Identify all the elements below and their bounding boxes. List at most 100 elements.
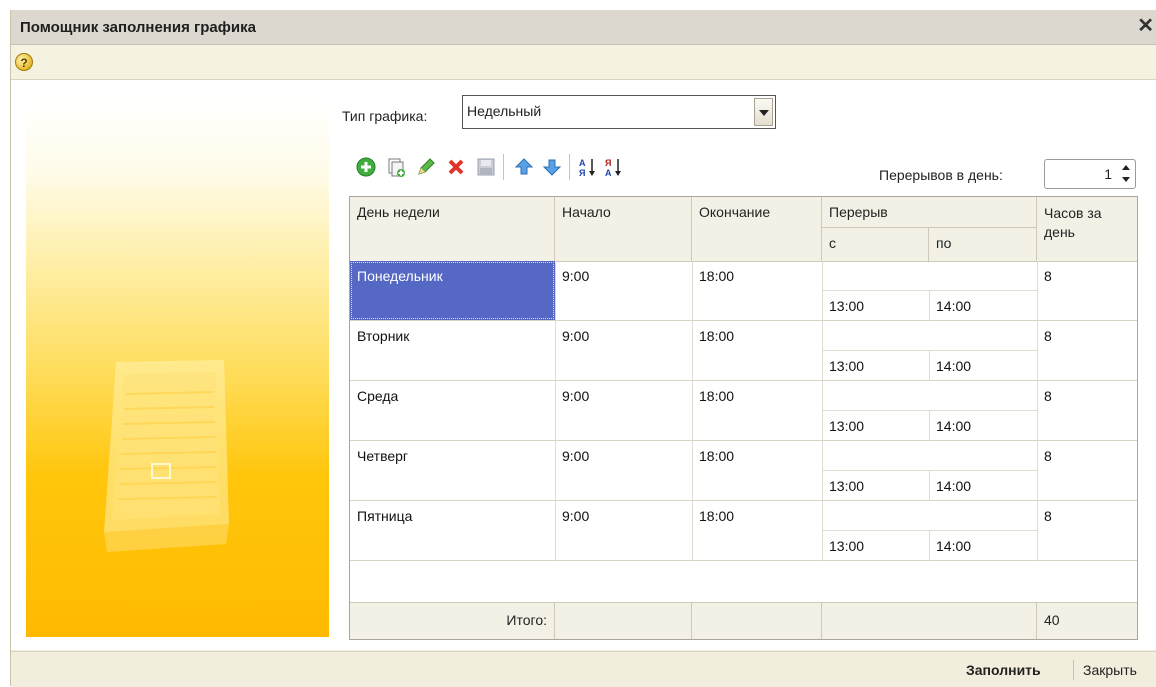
cell-start[interactable]: 9:00	[555, 381, 692, 440]
toolbar-separator	[569, 154, 570, 180]
column-divider	[929, 531, 930, 561]
svg-text:Я: Я	[605, 158, 611, 168]
column-divider	[929, 411, 930, 441]
cell-break-to[interactable]: 14:00	[929, 351, 1037, 380]
delete-icon[interactable]	[445, 156, 467, 178]
column-divider	[692, 381, 693, 441]
schedule-table: День недели Начало Окончание Перерыв с п…	[349, 196, 1138, 640]
cell-end[interactable]: 18:00	[692, 441, 822, 500]
breaks-per-day-label: Перерывов в день:	[879, 167, 1003, 183]
cell-break-to[interactable]: 14:00	[929, 291, 1037, 320]
breaks-per-day-value: 1	[1104, 166, 1112, 182]
column-header-break-from[interactable]: с	[822, 228, 929, 261]
column-divider	[822, 441, 823, 501]
break-divider	[822, 350, 1037, 351]
cell-end[interactable]: 18:00	[692, 501, 822, 560]
chevron-down-icon[interactable]	[754, 98, 773, 126]
column-divider	[822, 261, 823, 321]
help-icon[interactable]: ?	[15, 53, 33, 71]
title-bar: Помощник заполнения графика ✕	[11, 10, 1156, 45]
cell-hours[interactable]: 8	[1037, 441, 1137, 500]
column-header-break[interactable]: Перерыв	[822, 197, 1037, 228]
desk-calendar-icon	[104, 360, 229, 552]
schedule-type-label: Тип графика:	[342, 108, 428, 124]
sort-desc-icon[interactable]: ЯА	[603, 156, 625, 178]
cell-day[interactable]: Пятница	[350, 501, 555, 560]
schedule-type-select[interactable]: Недельный	[462, 95, 776, 129]
break-divider	[822, 530, 1037, 531]
edit-icon[interactable]	[415, 156, 437, 178]
chevron-up-icon[interactable]	[1119, 162, 1133, 174]
break-divider	[822, 410, 1037, 411]
column-divider	[555, 261, 556, 321]
cell-break-from[interactable]: 13:00	[822, 351, 929, 380]
table-row[interactable]: Пятница 9:00 18:00 13:00 14:00 8	[350, 501, 1137, 561]
column-divider	[822, 381, 823, 441]
table-row[interactable]: Понедельник 9:00 18:00 13:00 14:00 8	[350, 261, 1137, 321]
break-divider	[822, 290, 1037, 291]
table-row[interactable]: Среда 9:00 18:00 13:00 14:00 8	[350, 381, 1137, 441]
footer-cell	[692, 603, 822, 639]
footer-total-label: Итого:	[350, 603, 555, 639]
cell-break-to[interactable]: 14:00	[929, 471, 1037, 500]
break-divider	[822, 470, 1037, 471]
column-divider	[822, 501, 823, 561]
cell-hours[interactable]: 8	[1037, 321, 1137, 380]
column-divider	[1037, 441, 1038, 501]
column-divider	[1037, 261, 1038, 321]
cell-break-from[interactable]: 13:00	[822, 471, 929, 500]
cell-day[interactable]: Понедельник	[350, 261, 555, 320]
cell-break-to[interactable]: 14:00	[929, 411, 1037, 440]
cell-end[interactable]: 18:00	[692, 321, 822, 380]
close-icon[interactable]: ✕	[1137, 15, 1154, 37]
column-header-hours[interactable]: Часов за день	[1037, 197, 1137, 261]
cell-break-from[interactable]: 13:00	[822, 411, 929, 440]
move-up-icon[interactable]	[513, 156, 535, 178]
column-divider	[929, 351, 930, 381]
breaks-per-day-stepper[interactable]: 1	[1044, 159, 1136, 189]
column-divider	[692, 501, 693, 561]
cell-end[interactable]: 18:00	[692, 261, 822, 320]
bottom-bar: Заполнить Закрыть	[11, 651, 1156, 687]
column-header-break-to[interactable]: по	[929, 228, 1037, 261]
button-separator	[1073, 660, 1074, 680]
table-row[interactable]: Вторник 9:00 18:00 13:00 14:00 8	[350, 321, 1137, 381]
cell-break-from[interactable]: 13:00	[822, 291, 929, 320]
table-footer: Итого: 40	[350, 602, 1137, 639]
schedule-type-value: Недельный	[467, 103, 542, 119]
footer-total-hours: 40	[1044, 612, 1060, 628]
cell-hours[interactable]: 8	[1037, 261, 1137, 320]
column-header-day[interactable]: День недели	[350, 197, 555, 261]
empty-row	[350, 561, 1137, 602]
cell-hours[interactable]: 8	[1037, 381, 1137, 440]
save-icon[interactable]	[475, 156, 497, 178]
cell-break-from[interactable]: 13:00	[822, 531, 929, 560]
footer-cell	[555, 603, 692, 639]
table-row[interactable]: Четверг 9:00 18:00 13:00 14:00 8	[350, 441, 1137, 501]
fill-button[interactable]: Заполнить	[966, 662, 1041, 678]
chevron-down-icon[interactable]	[1119, 174, 1133, 186]
cell-end[interactable]: 18:00	[692, 381, 822, 440]
cell-break-to[interactable]: 14:00	[929, 531, 1037, 560]
column-divider	[822, 321, 823, 381]
cell-start[interactable]: 9:00	[555, 261, 692, 320]
cell-start[interactable]: 9:00	[555, 501, 692, 560]
cell-start[interactable]: 9:00	[555, 321, 692, 380]
column-divider	[929, 471, 930, 501]
cell-hours[interactable]: 8	[1037, 501, 1137, 560]
move-down-icon[interactable]	[541, 156, 563, 178]
add-icon[interactable]	[355, 156, 377, 178]
close-button[interactable]: Закрыть	[1083, 662, 1137, 678]
cell-day[interactable]: Среда	[350, 381, 555, 440]
cell-day[interactable]: Четверг	[350, 441, 555, 500]
cell-start[interactable]: 9:00	[555, 441, 692, 500]
copy-icon[interactable]	[385, 156, 407, 178]
cell-day[interactable]: Вторник	[350, 321, 555, 380]
column-header-start[interactable]: Начало	[555, 197, 692, 261]
column-divider	[692, 441, 693, 501]
column-divider	[1037, 381, 1038, 441]
svg-text:А: А	[605, 168, 612, 178]
command-bar: ?	[11, 45, 1156, 80]
column-header-end[interactable]: Окончание	[692, 197, 822, 261]
sort-asc-icon[interactable]: АЯ	[577, 156, 599, 178]
